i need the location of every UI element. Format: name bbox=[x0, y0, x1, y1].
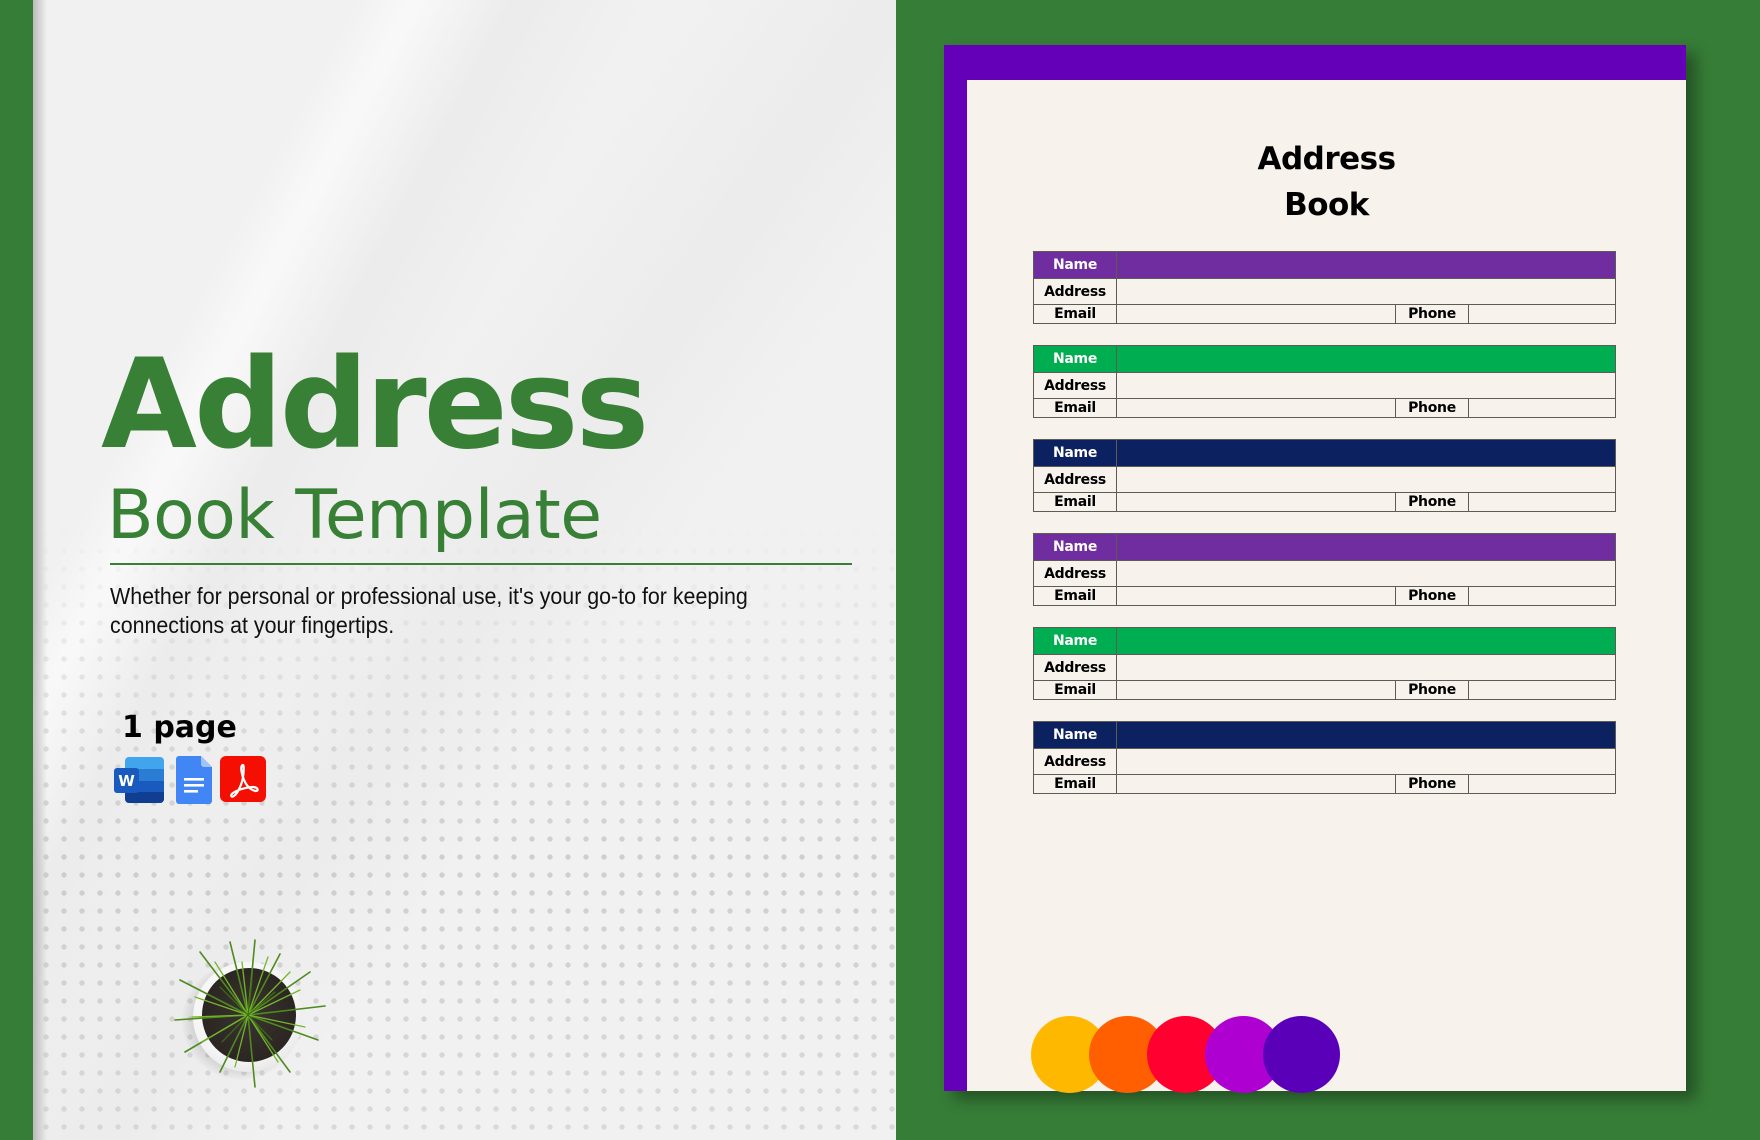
document-title-line-2: Book bbox=[1284, 187, 1369, 223]
phone-field[interactable] bbox=[1468, 492, 1616, 512]
svg-text:W: W bbox=[118, 772, 135, 790]
document-preview: Address Book Name Address Email Phone Name Ad… bbox=[944, 45, 1686, 1093]
page-count: 1 page bbox=[122, 710, 237, 745]
promo-panel: Address Book Template Whether for person… bbox=[33, 0, 896, 1140]
phone-field[interactable] bbox=[1468, 398, 1616, 418]
name-row: Name bbox=[1033, 439, 1616, 467]
email-row: Email Phone bbox=[1033, 304, 1616, 324]
address-field[interactable] bbox=[1116, 654, 1616, 681]
address-entry-table: Name Address Email Phone bbox=[1033, 627, 1616, 700]
address-field[interactable] bbox=[1116, 372, 1616, 399]
document-title-line-1: Address bbox=[1257, 141, 1396, 177]
address-label: Address bbox=[1033, 278, 1117, 305]
phone-label: Phone bbox=[1395, 304, 1469, 324]
name-label: Name bbox=[1033, 439, 1117, 467]
email-row: Email Phone bbox=[1033, 774, 1616, 794]
name-row: Name bbox=[1033, 251, 1616, 279]
address-entry-table: Name Address Email Phone bbox=[1033, 439, 1616, 512]
name-row: Name bbox=[1033, 627, 1616, 655]
email-field[interactable] bbox=[1116, 304, 1396, 324]
phone-field[interactable] bbox=[1468, 586, 1616, 606]
address-label: Address bbox=[1033, 654, 1117, 681]
word-icon[interactable]: W bbox=[113, 756, 165, 804]
email-field[interactable] bbox=[1116, 774, 1396, 794]
address-entry-table: Name Address Email Phone bbox=[1033, 533, 1616, 606]
hero-subtitle: Book Template bbox=[107, 476, 602, 555]
name-field[interactable] bbox=[1116, 533, 1616, 561]
name-label: Name bbox=[1033, 721, 1117, 749]
address-entry-table: Name Address Email Phone bbox=[1033, 251, 1616, 324]
phone-label: Phone bbox=[1395, 492, 1469, 512]
address-label: Address bbox=[1033, 372, 1117, 399]
phone-label: Phone bbox=[1395, 774, 1469, 794]
email-label: Email bbox=[1033, 680, 1117, 700]
address-row: Address bbox=[1033, 654, 1616, 681]
google-docs-icon[interactable] bbox=[176, 756, 212, 804]
address-entry-table: Name Address Email Phone bbox=[1033, 721, 1616, 794]
name-row: Name bbox=[1033, 345, 1616, 373]
address-field[interactable] bbox=[1116, 466, 1616, 493]
address-row: Address bbox=[1033, 372, 1616, 399]
address-row: Address bbox=[1033, 466, 1616, 493]
divider bbox=[110, 563, 852, 565]
phone-field[interactable] bbox=[1468, 680, 1616, 700]
hero-title: Address bbox=[101, 333, 649, 477]
name-label: Name bbox=[1033, 627, 1117, 655]
phone-label: Phone bbox=[1395, 586, 1469, 606]
pdf-icon[interactable] bbox=[220, 756, 266, 802]
phone-field[interactable] bbox=[1468, 304, 1616, 324]
address-label: Address bbox=[1033, 560, 1117, 587]
name-field[interactable] bbox=[1116, 721, 1616, 749]
name-field[interactable] bbox=[1116, 627, 1616, 655]
hero-description: Whether for personal or professional use… bbox=[110, 583, 748, 638]
email-label: Email bbox=[1033, 492, 1117, 512]
address-entry-table: Name Address Email Phone bbox=[1033, 345, 1616, 418]
name-row: Name bbox=[1033, 533, 1616, 561]
email-label: Email bbox=[1033, 304, 1117, 324]
address-field[interactable] bbox=[1116, 748, 1616, 775]
email-field[interactable] bbox=[1116, 680, 1396, 700]
name-row: Name bbox=[1033, 721, 1616, 749]
email-field[interactable] bbox=[1116, 492, 1396, 512]
email-label: Email bbox=[1033, 586, 1117, 606]
name-field[interactable] bbox=[1116, 439, 1616, 467]
email-label: Email bbox=[1033, 398, 1117, 418]
phone-field[interactable] bbox=[1468, 774, 1616, 794]
email-row: Email Phone bbox=[1033, 398, 1616, 418]
name-label: Name bbox=[1033, 345, 1117, 373]
email-label: Email bbox=[1033, 774, 1117, 794]
email-row: Email Phone bbox=[1033, 680, 1616, 700]
name-label: Name bbox=[1033, 533, 1117, 561]
phone-label: Phone bbox=[1395, 680, 1469, 700]
document-page: Address Book Name Address Email Phone Name Ad… bbox=[967, 80, 1686, 1093]
email-field[interactable] bbox=[1116, 586, 1396, 606]
document-title: Address Book bbox=[967, 136, 1686, 228]
address-label: Address bbox=[1033, 748, 1117, 775]
address-field[interactable] bbox=[1116, 560, 1616, 587]
address-row: Address bbox=[1033, 560, 1616, 587]
email-row: Email Phone bbox=[1033, 492, 1616, 512]
name-field[interactable] bbox=[1116, 251, 1616, 279]
name-label: Name bbox=[1033, 251, 1117, 279]
color-swatch bbox=[1263, 1016, 1340, 1093]
address-row: Address bbox=[1033, 748, 1616, 775]
phone-label: Phone bbox=[1395, 398, 1469, 418]
grass-icon bbox=[174, 939, 326, 1088]
address-label: Address bbox=[1033, 466, 1117, 493]
plant-decoration bbox=[160, 932, 326, 1088]
email-row: Email Phone bbox=[1033, 586, 1616, 606]
name-field[interactable] bbox=[1116, 345, 1616, 373]
email-field[interactable] bbox=[1116, 398, 1396, 418]
address-field[interactable] bbox=[1116, 278, 1616, 305]
address-row: Address bbox=[1033, 278, 1616, 305]
